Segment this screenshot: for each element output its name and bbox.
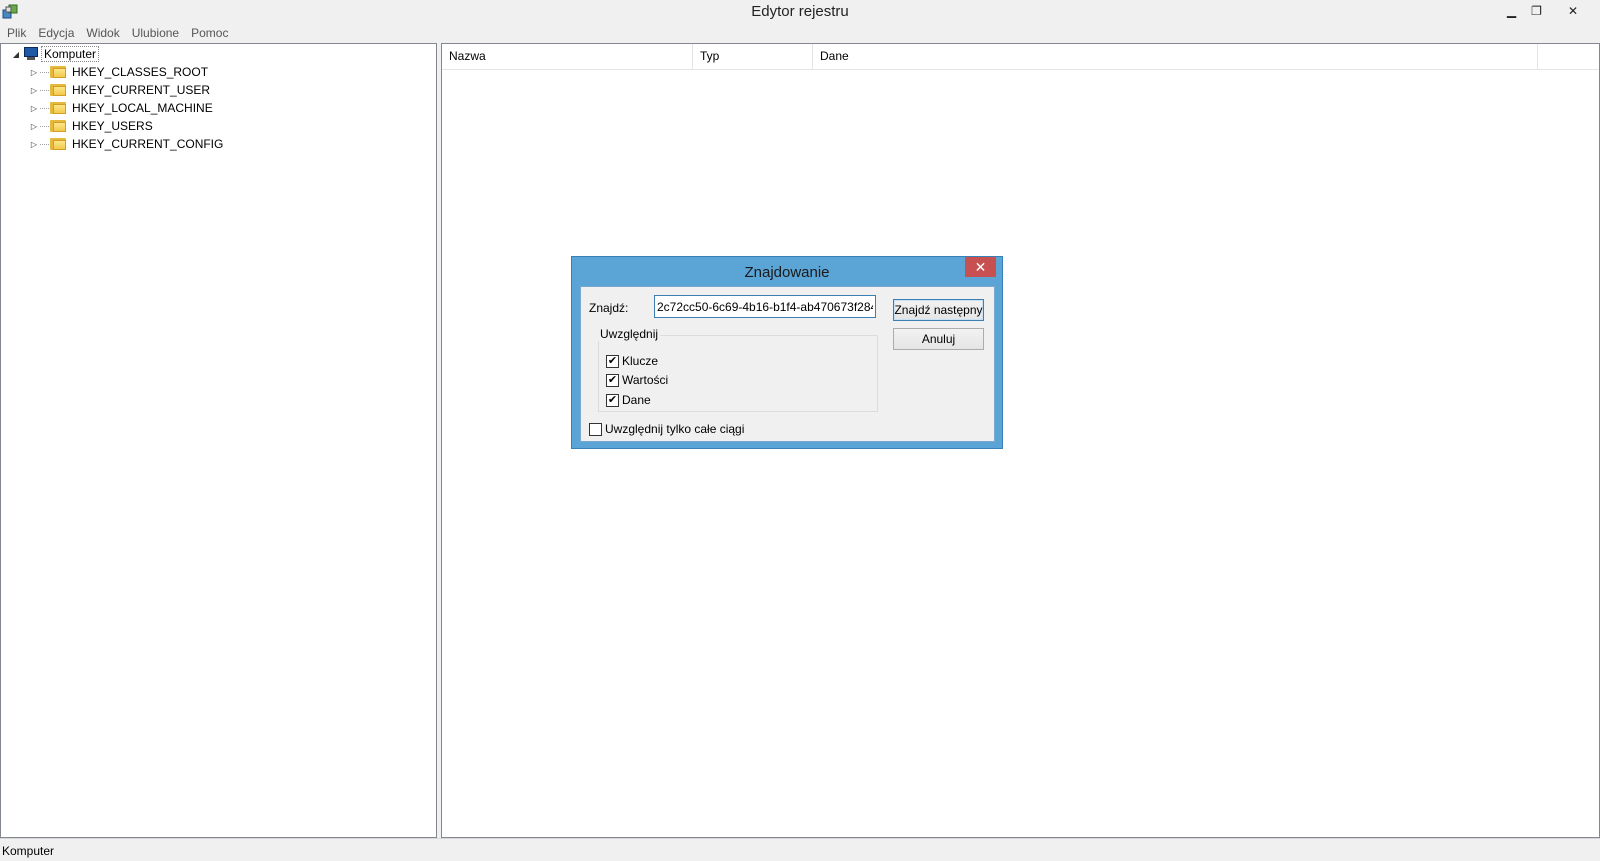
close-icon[interactable]: ✕	[1550, 0, 1596, 21]
whole-string-checkbox[interactable]	[589, 422, 602, 436]
option-keys-label: Klucze	[622, 354, 659, 368]
menu-favorites[interactable]: Ulubione	[126, 23, 185, 43]
tree-item-hkey-users[interactable]: ▷ HKEY_USERS	[29, 117, 155, 135]
folder-icon	[50, 101, 66, 115]
expand-arrow-icon[interactable]: ▷	[29, 85, 39, 95]
tree-item-label: HKEY_CLASSES_ROOT	[72, 65, 209, 79]
tree-item-label: Komputer	[41, 46, 100, 62]
computer-icon	[21, 47, 38, 61]
menu-edit[interactable]: Edycja	[32, 23, 80, 43]
expand-arrow-icon[interactable]: ▷	[29, 121, 39, 131]
status-bar: Komputer	[0, 838, 1600, 861]
option-data-label: Dane	[622, 393, 651, 407]
option-keys[interactable]: ✔ Klucze	[606, 354, 658, 368]
restore-icon[interactable]: ❐	[1523, 0, 1550, 21]
find-dialog: Znajdowanie ✕ Znajdź: Znajdź następny An…	[571, 256, 1003, 449]
tree-item-hkey-local-machine[interactable]: ▷ HKEY_LOCAL_MACHINE	[29, 99, 215, 117]
tree-item-label: HKEY_CURRENT_CONFIG	[72, 137, 224, 151]
data-checkbox[interactable]: ✔	[606, 393, 619, 407]
folder-icon	[50, 65, 66, 79]
expand-arrow-icon[interactable]: ▷	[29, 139, 39, 149]
registry-tree[interactable]: ◢ Komputer ▷ HKEY_CLASSES_ROOT ▷ HKEY_CU…	[0, 43, 437, 838]
column-header-name[interactable]: Nazwa	[442, 44, 693, 69]
option-data[interactable]: ✔ Dane	[606, 393, 651, 407]
menu-file[interactable]: Plik	[1, 23, 32, 43]
folder-icon	[50, 83, 66, 97]
option-whole-string[interactable]: Uwzględnij tylko całe ciągi	[589, 422, 744, 436]
tree-item-label: HKEY_LOCAL_MACHINE	[72, 101, 213, 115]
folder-icon	[50, 137, 66, 151]
expand-arrow-icon[interactable]: ▷	[29, 103, 39, 113]
expand-arrow-icon[interactable]: ▷	[29, 67, 39, 77]
minimize-icon[interactable]: ▁	[1498, 0, 1525, 21]
menu-help[interactable]: Pomoc	[185, 23, 234, 43]
option-values-label: Wartości	[622, 373, 669, 387]
tree-item-hkey-classes-root[interactable]: ▷ HKEY_CLASSES_ROOT	[29, 63, 210, 81]
title-bar: Edytor rejestru ▁ ❐ ✕	[0, 0, 1600, 23]
find-label: Znajdź:	[589, 301, 629, 315]
folder-icon	[50, 119, 66, 133]
column-header-data[interactable]: Dane	[813, 44, 1538, 69]
menu-view[interactable]: Widok	[80, 23, 125, 43]
tree-item-label: HKEY_CURRENT_USER	[72, 83, 211, 97]
option-values[interactable]: ✔ Wartości	[606, 373, 668, 387]
tree-item-label: HKEY_USERS	[72, 119, 153, 133]
list-header: Nazwa Typ Dane	[442, 44, 1599, 70]
option-whole-string-label: Uwzględnij tylko całe ciągi	[605, 422, 745, 436]
keys-checkbox[interactable]: ✔	[606, 354, 619, 368]
find-input[interactable]	[654, 295, 876, 318]
dialog-body: Znajdź: Znajdź następny Anuluj Uwzględni…	[580, 286, 995, 442]
tree-item-computer[interactable]: ◢ Komputer	[11, 45, 100, 63]
tree-item-hkey-current-config[interactable]: ▷ HKEY_CURRENT_CONFIG	[29, 135, 225, 153]
look-at-group-label: Uwzględnij	[598, 327, 661, 341]
find-next-button[interactable]: Znajdź następny	[893, 299, 984, 321]
status-path: Komputer	[2, 844, 55, 858]
dialog-close-icon[interactable]: ✕	[965, 257, 996, 277]
menu-bar: Plik Edycja Widok Ulubione Pomoc	[0, 23, 1600, 43]
collapse-arrow-icon[interactable]: ◢	[11, 49, 21, 59]
window-title: Edytor rejestru	[751, 3, 849, 20]
cancel-button[interactable]: Anuluj	[893, 328, 984, 350]
tree-item-hkey-current-user[interactable]: ▷ HKEY_CURRENT_USER	[29, 81, 212, 99]
values-checkbox[interactable]: ✔	[606, 373, 619, 387]
dialog-title: Znajdowanie	[744, 264, 830, 281]
column-header-type[interactable]: Typ	[693, 44, 813, 69]
